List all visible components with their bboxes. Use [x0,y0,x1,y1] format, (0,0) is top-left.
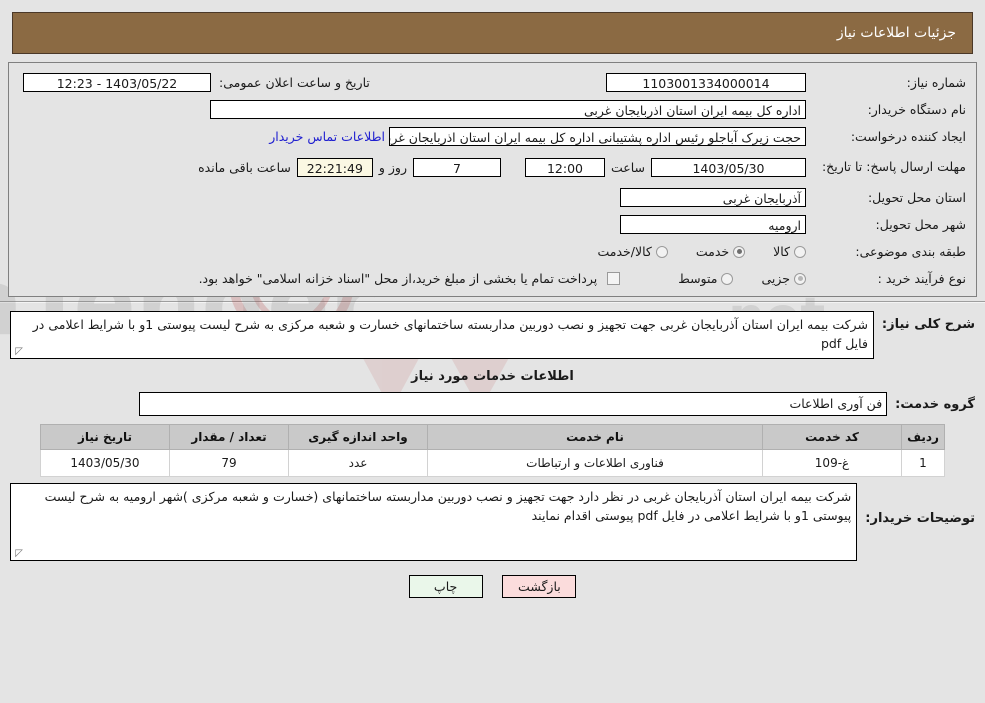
buyer-contact-link[interactable]: اطلاعات تماس خریدار [269,129,389,144]
services-table: ردیف کد خدمت نام خدمت واحد اندازه گیری ت… [40,424,945,477]
col-header-code: کد خدمت [762,424,902,450]
need-details-panel: شماره نیاز: 1103001334000014 تاریخ و ساع… [8,62,977,297]
table-header-row: ردیف کد خدمت نام خدمت واحد اندازه گیری ت… [40,424,945,450]
process-radio-group: جزیی متوسط [650,271,806,286]
service-group-label: گروه خدمت: [895,396,975,412]
countdown-timer: 22:21:49 [296,157,373,177]
summary-label: شرح کلی نیاز: [881,317,975,332]
category-option-service-label: خدمت [695,244,730,259]
treasury-bonds-text: پرداخت تمام یا بخشی از مبلغ خرید،از محل … [198,271,598,286]
hour-label: ساعت [610,159,645,175]
cell-unit: عدد [288,449,428,477]
summary-section: شرح کلی نیاز: شرکت بیمه ایران استان آذرب… [0,303,985,418]
remaining-days-value: 7 [412,157,501,177]
services-section-title: اطلاعات خدمات مورد نیاز [411,369,574,384]
cell-index: 1 [901,449,945,477]
row-city: شهر محل تحویل: ارومیه [19,211,966,238]
buyer-notes-label: توضیحات خریدار: [865,511,975,526]
cell-quantity: 79 [169,449,289,477]
radio-icon-goods[interactable] [794,245,806,258]
requester-value: حجت زیرک آباجلو رئیس اداره پشتیبانی ادار… [389,127,806,146]
row-deadline: مهلت ارسال پاسخ: تا تاریخ: 1403/05/30 سا… [19,150,966,184]
deadline-date-value: 1403/05/30 [651,157,806,177]
category-option-service[interactable]: خدمت [695,244,746,259]
row-need-number: شماره نیاز: 1103001334000014 تاریخ و ساع… [19,69,966,96]
radio-icon-goods-service[interactable] [655,245,668,258]
col-header-date: تاریخ نیاز [40,424,170,450]
col-header-index: ردیف [901,424,945,450]
days-label: روز و [378,159,407,175]
announce-datetime-value: 1403/05/22 - 12:23 [23,73,211,92]
page-header: جزئیات اطلاعات نیاز [12,12,973,54]
deadline-hour-value: 12:00 [524,157,605,177]
services-table-wrap: ردیف کد خدمت نام خدمت واحد اندازه گیری ت… [40,424,945,477]
province-label: استان محل تحویل: [867,190,966,205]
row-category: طبقه بندی موضوعی: کالا خدمت کالا/خدمت [19,238,966,265]
treasury-bonds-checkbox-row[interactable]: پرداخت تمام یا بخشی از مبلغ خرید،از محل … [199,271,621,286]
city-value: ارومیه [620,215,806,234]
buyer-notes-text: شرکت بیمه ایران استان آذربایجان غربی در … [44,489,852,524]
announce-datetime-label: تاریخ و ساعت اعلان عمومی: [219,75,370,90]
process-option-minor-label: جزیی [761,271,790,286]
resize-grip-icon[interactable]: ◸ [13,347,23,357]
row-province: استان محل تحویل: آذربایجان غربی [19,184,966,211]
cell-code: غ-109 [762,449,902,477]
radio-icon-minor[interactable] [794,272,806,285]
buyer-notes-section: توضیحات خریدار: شرکت بیمه ایران استان آذ… [0,477,985,563]
category-option-goods-service[interactable]: کالا/خدمت [597,244,668,259]
summary-text: شرکت بیمه ایران استان آذربایجان غربی جهت… [32,317,868,352]
row-summary: شرح کلی نیاز: شرکت بیمه ایران استان آذرب… [10,311,975,359]
deadline-label: مهلت ارسال پاسخ: تا تاریخ: [821,158,966,174]
remaining-hours-label: ساعت باقی مانده [198,159,291,175]
need-number-value: 1103001334000014 [606,73,806,92]
col-header-unit: واحد اندازه گیری [288,424,428,450]
province-value: آذربایجان غربی [620,188,806,207]
process-option-medium[interactable]: متوسط [678,271,734,286]
row-buyer-org: نام دستگاه خریدار: اداره کل بیمه ایران ا… [19,96,966,123]
back-button[interactable]: بازگشت [502,575,577,598]
print-button[interactable]: چاپ [408,575,483,598]
process-label: نوع فرآیند خرید : [877,271,966,286]
category-radio-group: کالا خدمت کالا/خدمت [569,244,806,259]
need-number-label: شماره نیاز: [906,75,966,90]
buyer-org-label: نام دستگاه خریدار: [867,102,966,117]
city-label: شهر محل تحویل: [875,217,966,232]
row-process-type: نوع فرآیند خرید : جزیی متوسط پرداخت تمام… [19,265,966,292]
category-option-goods-service-label: کالا/خدمت [597,244,652,259]
buyer-notes-textarea[interactable]: شرکت بیمه ایران استان آذربایجان غربی در … [10,483,858,561]
row-requester: ایجاد کننده درخواست: حجت زیرک آباجلو رئی… [19,123,966,150]
category-option-goods[interactable]: کالا [773,244,806,259]
requester-label: ایجاد کننده درخواست: [850,129,966,144]
radio-icon-service[interactable] [733,245,746,258]
category-label: طبقه بندی موضوعی: [855,244,966,259]
col-header-name: نام خدمت [427,424,763,450]
resize-grip-icon-notes[interactable]: ◸ [13,549,23,559]
summary-textarea[interactable]: شرکت بیمه ایران استان آذربایجان غربی جهت… [10,311,874,359]
cell-date: 1403/05/30 [40,449,170,477]
cell-name: فناوری اطلاعات و ارتباطات [427,449,763,477]
buyer-org-value: اداره کل بیمه ایران استان اذربایجان غربی [210,100,806,119]
row-service-group: گروه خدمت: فن آوری اطلاعات [10,392,975,416]
row-buyer-notes: توضیحات خریدار: شرکت بیمه ایران استان آذ… [10,483,975,561]
page-title: جزئیات اطلاعات نیاز [836,25,956,41]
checkbox-icon-treasury-bonds[interactable] [607,272,621,285]
process-option-minor[interactable]: جزیی [761,271,806,286]
radio-icon-medium[interactable] [721,272,734,285]
category-option-goods-label: کالا [773,244,790,259]
table-row[interactable]: 1 غ-109 فناوری اطلاعات و ارتباطات عدد 79… [40,449,945,477]
col-header-quantity: تعداد / مقدار [169,424,289,450]
action-buttons: بازگشت چاپ [0,575,985,598]
process-option-medium-label: متوسط [678,271,718,286]
service-group-value: فن آوری اطلاعات [139,392,888,416]
